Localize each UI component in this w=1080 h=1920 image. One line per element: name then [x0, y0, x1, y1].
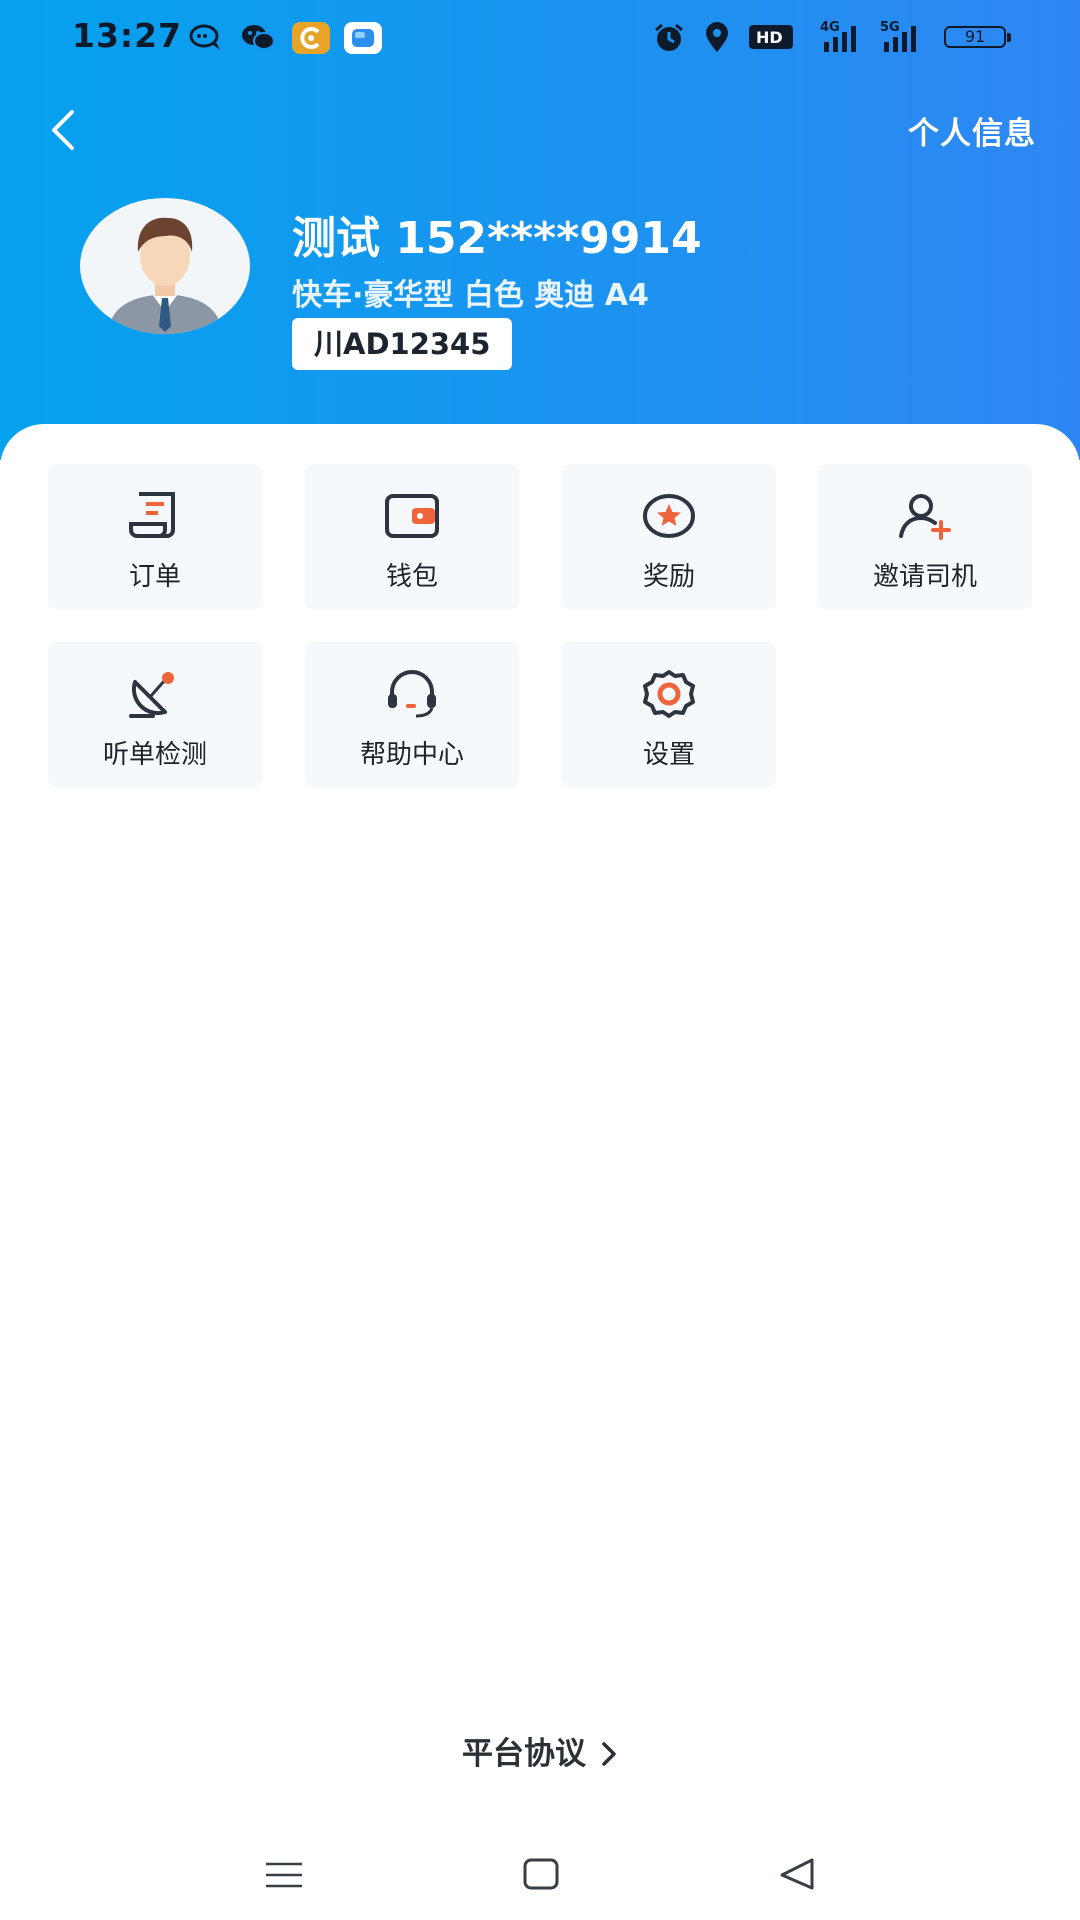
- reward-icon: [643, 494, 695, 538]
- help-center-icon: [388, 670, 436, 718]
- driver-avatar-icon: [108, 217, 222, 334]
- header-banner: 13:27 HD 4G 5G 91 个人信息 测试 152****9914 快车…: [0, 0, 1080, 460]
- back-chevron-icon[interactable]: [40, 100, 90, 160]
- platform-agreement-link[interactable]: 平台协议: [0, 1728, 1080, 1778]
- driver-name: 测试 152****9914: [292, 213, 702, 264]
- menu-item-help-center[interactable]: 帮助中心: [305, 642, 519, 787]
- status-bar: 13:27 HD 4G 5G 91: [0, 0, 1080, 80]
- app-c-icon: [292, 22, 330, 54]
- alarm-icon: [655, 23, 683, 51]
- wallet-icon: [385, 494, 439, 538]
- home-square-icon[interactable]: [511, 1850, 571, 1900]
- platform-agreement-label: 平台协议: [462, 1736, 586, 1772]
- menu-item-label: 邀请司机: [872, 562, 977, 592]
- menu-item-label: 设置: [642, 740, 695, 770]
- menu-item-label: 钱包: [385, 562, 438, 592]
- menu-item-label: 奖励: [642, 562, 695, 592]
- personal-info-link[interactable]: 个人信息: [908, 108, 1036, 153]
- menu-item-label: 订单: [128, 562, 181, 592]
- menu-item-listen-check[interactable]: 听单检测: [48, 642, 262, 787]
- back-triangle-icon[interactable]: [768, 1850, 828, 1900]
- menu-lines-icon[interactable]: [254, 1850, 314, 1900]
- menu-item-order[interactable]: 订单: [48, 464, 262, 609]
- location-icon: [706, 22, 728, 52]
- menu-item-label: 帮助中心: [359, 740, 464, 770]
- menu-panel: 订单 钱包 奖励 邀请司机 听单检测 帮助中心 设置: [0, 424, 1080, 1920]
- hd-label: HD: [756, 28, 783, 47]
- app-blue-icon: [344, 22, 382, 54]
- avatar: [80, 198, 250, 334]
- status-time: 13:27: [72, 16, 183, 55]
- wechat-icon: [242, 25, 275, 50]
- order-icon: [129, 492, 175, 538]
- message-icon: [189, 24, 220, 50]
- chevron-right-icon: [602, 1742, 616, 1766]
- vehicle-info: 快车·豪华型 白色 奥迪 A4: [292, 278, 649, 313]
- settings-icon: [643, 670, 695, 718]
- menu-item-settings[interactable]: 设置: [562, 642, 776, 787]
- signal-icon-1: [824, 26, 856, 52]
- menu-item-reward[interactable]: 奖励: [562, 464, 776, 609]
- system-navigation-bar: [0, 1840, 1080, 1920]
- invite-driver-icon: [899, 494, 951, 540]
- menu-item-wallet[interactable]: 钱包: [305, 464, 519, 609]
- battery-indicator: 91: [944, 26, 1011, 48]
- listen-check-icon: [129, 672, 174, 718]
- menu-item-invite-driver[interactable]: 邀请司机: [818, 464, 1032, 609]
- menu-item-label: 听单检测: [102, 740, 207, 770]
- license-plate-badge: 川AD12345: [292, 318, 513, 370]
- signal-icon-2: [884, 26, 916, 52]
